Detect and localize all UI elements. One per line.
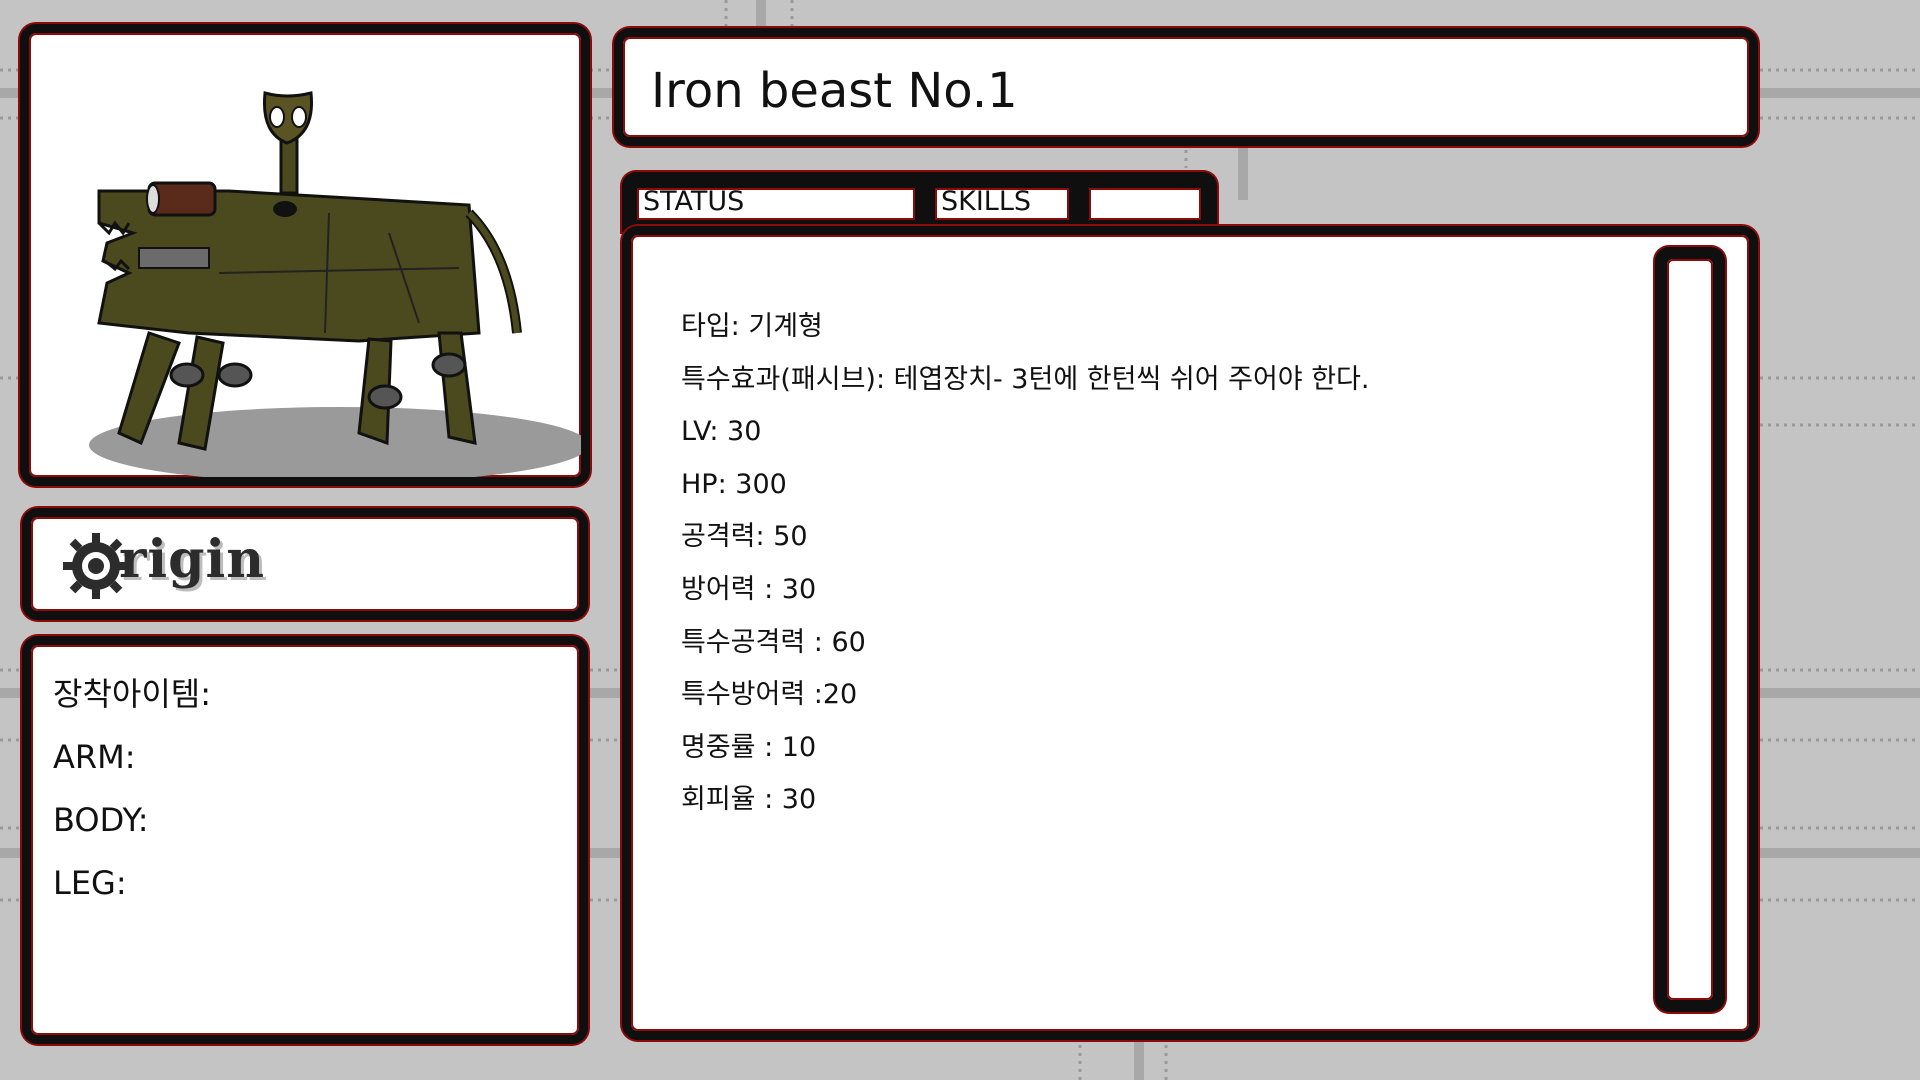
stat-attack: 공격력: 50 xyxy=(681,521,808,553)
scrollbar-thumb[interactable] xyxy=(1667,259,1713,1000)
equipment-slot-leg[interactable]: LEG: xyxy=(53,852,211,915)
origin-logo-panel: rigin xyxy=(22,508,588,620)
stat-special-attack: 특수공격력 : 60 xyxy=(681,626,866,658)
equipment-list: 장착아이템: ARM: BODY: LEG: xyxy=(53,663,211,915)
equipment-heading: 장착아이템: xyxy=(53,675,211,713)
tab-empty[interactable] xyxy=(1082,181,1208,227)
stat-hp: HP: 300 xyxy=(681,468,787,500)
stat-accuracy: 명중률 : 10 xyxy=(681,731,817,763)
stat-level: LV: 30 xyxy=(681,416,762,448)
equipment-slot-body[interactable]: BODY: xyxy=(53,789,211,852)
equipment-slot-arm[interactable]: ARM: xyxy=(53,726,211,789)
stat-list: 타입: 기계형 특수효과(패시브): 테엽장치- 3턴에 한턴씩 쉬어 주어야 … xyxy=(681,301,1369,827)
equipment-panel: 장착아이템: ARM: BODY: LEG: xyxy=(22,636,588,1044)
monster-name: Iron beast No.1 xyxy=(651,63,1018,119)
status-panel: 타입: 기계형 특수효과(패시브): 테엽장치- 3턴에 한턴씩 쉬어 주어야 … xyxy=(622,226,1758,1040)
stat-special-defense: 특수방어력 :20 xyxy=(681,679,858,711)
title-panel: Iron beast No.1 xyxy=(614,28,1758,146)
stat-type: 타입: 기계형 xyxy=(681,311,823,342)
iron-beast-portrait xyxy=(89,91,589,483)
logo-text: rigin xyxy=(119,529,266,590)
tab-status[interactable]: STATUS xyxy=(630,181,922,227)
stat-evasion: 회피율 : 30 xyxy=(681,784,817,816)
stat-passive: 특수효과(패시브): 테엽장치- 3턴에 한턴씩 쉬어 주어야 한다. xyxy=(681,363,1370,395)
status-scrollbar[interactable] xyxy=(1655,247,1725,1012)
stat-defense: 방어력 : 30 xyxy=(681,573,817,605)
portrait-panel xyxy=(20,24,590,486)
tab-skills[interactable]: SKILLS xyxy=(928,181,1076,227)
